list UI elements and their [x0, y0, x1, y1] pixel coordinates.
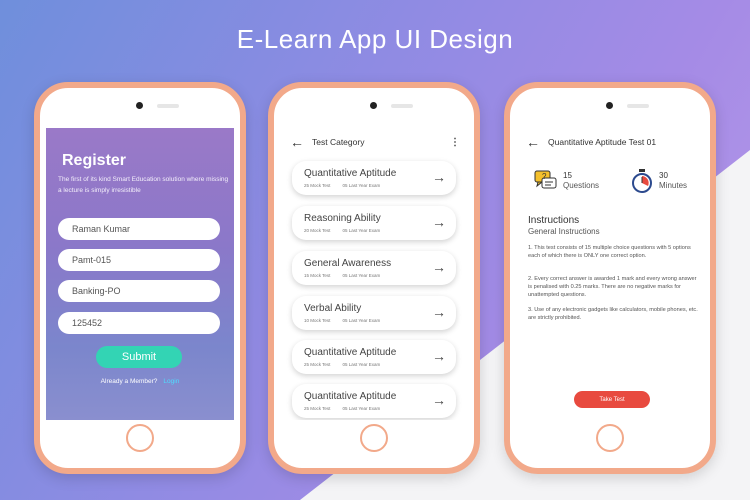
kebab-menu-icon[interactable]: ⋮: [450, 137, 460, 148]
home-button[interactable]: [596, 424, 624, 452]
arrow-right-icon: →: [432, 214, 446, 230]
category-meta: 15 Mock Test 05 Last Year Exam: [304, 273, 380, 278]
phone-register: Register The first of its kind Smart Edu…: [34, 82, 246, 474]
phone-speaker: [627, 104, 649, 108]
home-button[interactable]: [126, 424, 154, 452]
submit-button[interactable]: Submit: [96, 346, 182, 368]
detail-title: Quantitative Aptitude Test 01: [548, 137, 657, 147]
category-card[interactable]: Quantitative Aptitude 25 Mock Test 05 Las…: [292, 384, 456, 418]
category-name: Verbal Ability: [304, 303, 362, 314]
arrow-right-icon: →: [432, 169, 446, 185]
take-test-button[interactable]: Take Test: [574, 391, 650, 408]
member-text: Already a Member?: [100, 378, 158, 385]
login-link[interactable]: Login: [163, 378, 179, 385]
category-title: Test Category: [312, 137, 365, 147]
name-field[interactable]: Raman Kumar: [58, 218, 220, 240]
mock-count: 25 Mock Test: [304, 183, 331, 188]
register-screen: Register The first of its kind Smart Edu…: [46, 128, 234, 420]
register-subtitle: The first of its kind Smart Education so…: [58, 176, 229, 194]
category-name: Reasoning Ability: [304, 213, 381, 224]
last-year-count: 05 Last Year Exam: [342, 183, 381, 188]
phone-category: ← Test Category ⋮ Quantitative Aptitude …: [268, 82, 480, 474]
mock-count: 25 Mock Test: [304, 362, 331, 367]
category-meta: 20 Mock Test 05 Last Year Exam: [304, 228, 380, 233]
last-year-count: 05 Last Year Exam: [342, 273, 381, 278]
mock-count: 15 Mock Test: [304, 273, 331, 278]
phone-camera: [136, 102, 143, 109]
category-name: Quantitative Aptitude: [304, 347, 397, 358]
home-button[interactable]: [360, 424, 388, 452]
category-card[interactable]: Quantitative Aptitude 25 Mock Test 05 Las…: [292, 161, 456, 195]
instruction-paragraph: 1. This test consists of 15 multiple cho…: [528, 245, 691, 259]
mock-count: 10 Mock Test: [304, 318, 331, 323]
mock-count: 20 Mock Test: [304, 228, 331, 233]
category-name: General Awareness: [304, 258, 392, 269]
minutes-count: 30: [659, 171, 668, 180]
last-year-count: 05 Last Year Exam: [342, 228, 381, 233]
arrow-right-icon: →: [432, 304, 446, 320]
last-year-count: 05 Last Year Exam: [342, 406, 381, 411]
category-header: ← Test Category ⋮: [280, 128, 468, 156]
chat-question-icon: ?: [534, 170, 557, 189]
arrow-right-icon: →: [432, 392, 446, 408]
questions-stat: ? 15 Questions: [532, 168, 599, 194]
page-title: E-Learn App UI Design: [236, 24, 514, 54]
instruction-paragraph: 2. Every correct answer is awarded 1 mar…: [528, 276, 697, 298]
category-name: Quantitative Aptitude: [304, 168, 397, 179]
category-card[interactable]: General Awareness 15 Mock Test 05 Last Ye…: [292, 251, 456, 285]
questions-label: Questions: [563, 181, 600, 190]
arrow-right-icon: →: [432, 348, 446, 364]
instruction-paragraph: 3. Use of any electronic gadgets like ca…: [528, 307, 698, 321]
category-meta: 25 Mock Test 05 Last Year Exam: [304, 406, 380, 411]
category-meta: 10 Mock Test 05 Last Year Exam: [304, 318, 380, 323]
mock-count: 25 Mock Test: [304, 406, 331, 411]
category-meta: 25 Mock Test 05 Last Year Exam: [304, 183, 380, 188]
arrow-left-icon[interactable]: ←: [290, 134, 308, 150]
category-screen: ← Test Category ⋮ Quantitative Aptitude …: [280, 128, 468, 420]
instructions-subtitle: General Instructions: [528, 227, 600, 236]
phone-camera: [606, 102, 613, 109]
last-year-count: 05 Last Year Exam: [342, 318, 381, 323]
code-field[interactable]: 125452: [58, 312, 220, 334]
category-name: Quantitative Aptitude: [304, 391, 397, 402]
detail-header: ← Quantitative Aptitude Test 01: [516, 128, 704, 156]
stopwatch-icon: [632, 169, 652, 193]
questions-count: 15: [563, 171, 572, 180]
phone-detail: ← Quantitative Aptitude Test 01 ? 15 Que…: [504, 82, 716, 474]
minutes-label: Minutes: [659, 181, 688, 190]
minutes-stat: 30 Minutes: [630, 168, 687, 194]
category-card[interactable]: Reasoning Ability 20 Mock Test 05 Last Ye…: [292, 206, 456, 240]
detail-screen: ← Quantitative Aptitude Test 01 ? 15 Que…: [516, 128, 704, 420]
register-title: Register: [62, 152, 127, 169]
phone-camera: [370, 102, 377, 109]
arrow-left-icon[interactable]: ←: [526, 134, 544, 150]
member-row: Already a Member? Login: [46, 378, 234, 385]
phone-speaker: [157, 104, 179, 108]
category-card[interactable]: Quantitative Aptitude 25 Mock Test 05 Las…: [292, 340, 456, 374]
svg-text:?: ?: [542, 172, 547, 181]
last-year-count: 05 Last Year Exam: [342, 362, 381, 367]
arrow-right-icon: →: [432, 259, 446, 275]
category-meta: 25 Mock Test 05 Last Year Exam: [304, 362, 380, 367]
course-field[interactable]: Banking-PO: [58, 280, 220, 302]
instructions-title: Instructions: [528, 215, 580, 226]
category-card[interactable]: Verbal Ability 10 Mock Test 05 Last Year …: [292, 296, 456, 330]
phone-speaker: [391, 104, 413, 108]
id-field[interactable]: Pamt-015: [58, 249, 220, 271]
